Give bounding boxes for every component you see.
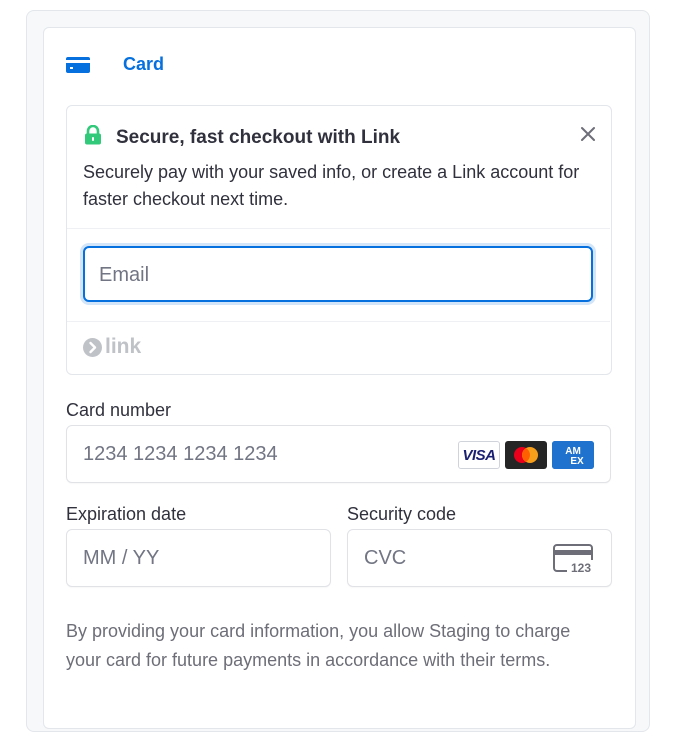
expiration-placeholder: MM / YY <box>83 547 160 569</box>
expiration-field[interactable]: MM / YY <box>66 529 331 587</box>
link-banner-title: Secure, fast checkout with Link <box>116 127 401 148</box>
card-number-field[interactable]: 1234 1234 1234 1234 VISA AM EX <box>66 425 611 483</box>
close-icon[interactable] <box>578 124 598 144</box>
link-banner-description: Securely pay with your saved info, or cr… <box>83 162 580 209</box>
security-code-placeholder: CVC <box>364 547 407 569</box>
security-code-label: Security code <box>347 504 457 524</box>
card-brands: VISA AM EX <box>458 441 594 469</box>
link-logo: link <box>83 335 141 359</box>
amex-icon: AM EX <box>552 441 594 469</box>
tab-card[interactable] <box>66 52 90 78</box>
security-code-field[interactable]: CVC 123 <box>347 529 612 587</box>
lock-icon <box>85 125 101 145</box>
email-field[interactable] <box>83 246 593 302</box>
card-number-label: Card number <box>66 400 172 420</box>
credit-card-icon <box>66 57 90 73</box>
tab-card-label[interactable]: Card <box>123 54 164 75</box>
card-number-placeholder: 1234 1234 1234 1234 <box>83 443 278 465</box>
terms-text: By providing your card information, you … <box>66 621 571 670</box>
expiration-label: Expiration date <box>66 504 187 524</box>
email-input[interactable] <box>99 262 579 288</box>
divider <box>67 321 610 322</box>
cvc-card-icon: 123 <box>553 544 595 574</box>
cvc-icon-text: 123 <box>571 561 591 574</box>
divider <box>67 228 610 229</box>
svg-text:EX: EX <box>570 456 584 467</box>
link-logo-text: link <box>105 335 142 358</box>
visa-icon: VISA <box>458 441 500 469</box>
link-arrow-icon <box>83 337 102 357</box>
mastercard-icon <box>505 441 547 469</box>
